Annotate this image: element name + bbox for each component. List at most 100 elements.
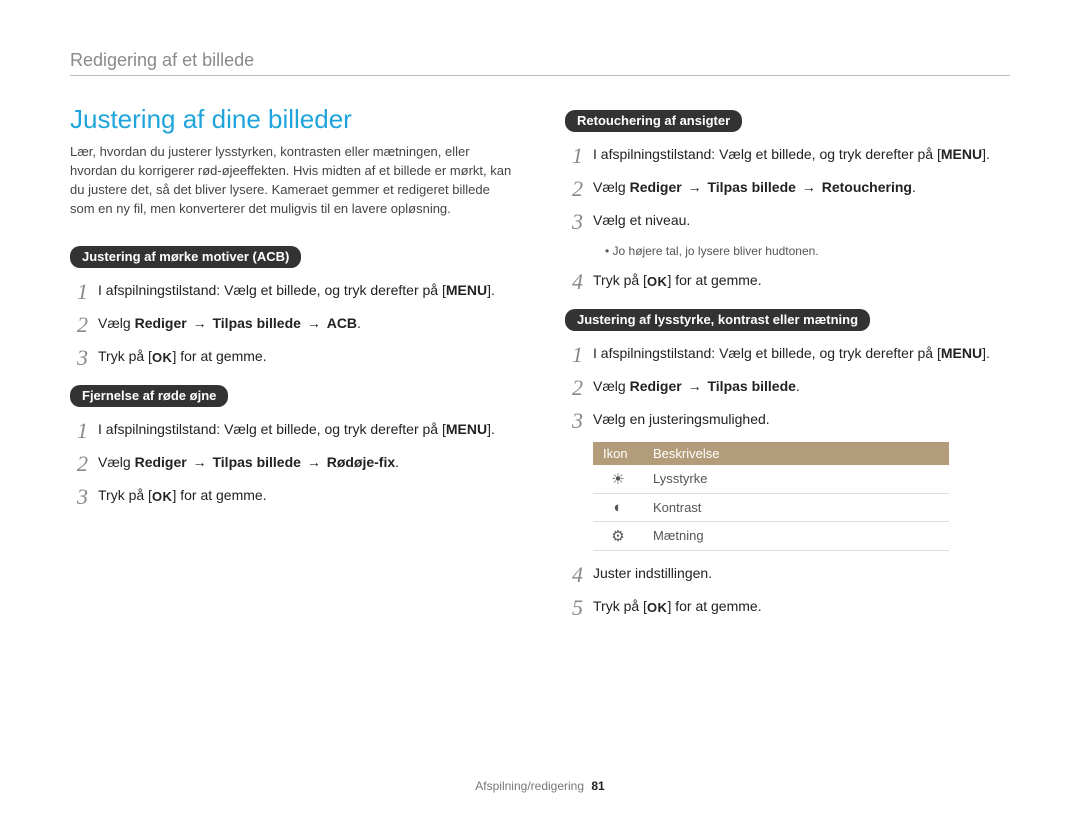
step-number: 3 (70, 346, 88, 369)
text: ]. (982, 146, 990, 162)
step-number: 1 (70, 419, 88, 442)
table-cell: Lysstyrke (643, 465, 949, 494)
step: 5 Tryk på [OK] for at gemme. (565, 596, 1010, 619)
step-number: 2 (565, 177, 583, 200)
subheading-redeye: Fjernelse af røde øjne (70, 385, 228, 407)
adjust-options-table: Ikon Beskrivelse ☀ Lysstyrke ◐ Kontrast … (593, 442, 949, 551)
subheading-retouch: Retouchering af ansigter (565, 110, 742, 132)
step: 3 Tryk på [OK] for at gemme. (70, 485, 515, 508)
step-text: I afspilningstilstand: Vælg et billede, … (593, 343, 1010, 364)
step: 2 Vælg Rediger → Tilpas billede → ACB. (70, 313, 515, 336)
subheading-adjust: Justering af lysstyrke, kontrast eller m… (565, 309, 870, 331)
steps-acb: 1 I afspilningstilstand: Vælg et billede… (70, 280, 515, 369)
ok-icon: OK (152, 487, 173, 507)
text: I afspilningstilstand: Vælg et billede, … (593, 345, 941, 361)
step-text: I afspilningstilstand: Vælg et billede, … (593, 144, 1010, 165)
path: Rediger (135, 315, 187, 331)
text: ] for at gemme. (172, 487, 266, 503)
step: 1 I afspilningstilstand: Vælg et billede… (565, 144, 1010, 167)
page-header: Redigering af et billede (70, 50, 1010, 76)
saturation-icon: ⚙ (593, 521, 643, 550)
text: Tryk på [ (593, 598, 647, 614)
path: Rediger (630, 179, 682, 195)
steps-adjust: 1 I afspilningstilstand: Vælg et billede… (565, 343, 1010, 432)
text: Tryk på [ (98, 487, 152, 503)
menu-button-label: MENU (446, 421, 487, 437)
path: Tilpas billede (707, 378, 795, 394)
table-cell: Mætning (643, 521, 949, 550)
text: I afspilningstilstand: Vælg et billede, … (98, 421, 446, 437)
text: Vælg (593, 179, 630, 195)
step: 4 Juster indstillingen. (565, 563, 1010, 586)
step-text: Tryk på [OK] for at gemme. (593, 270, 1010, 292)
arrow-icon: → (800, 177, 818, 198)
path: Rødøje-fix (327, 454, 395, 470)
arrow-icon: → (305, 452, 323, 473)
footer-section: Afspilning/redigering (475, 779, 584, 793)
step: 4 Tryk på [OK] for at gemme. (565, 270, 1010, 293)
step-text: Vælg Rediger → Tilpas billede → Rødøje-f… (98, 452, 515, 473)
content-columns: Justering af dine billeder Lær, hvordan … (70, 104, 1010, 629)
arrow-icon: → (686, 177, 704, 198)
table-row: ◐ Kontrast (593, 493, 949, 521)
text: ]. (487, 282, 495, 298)
arrow-icon: → (191, 313, 209, 334)
path: Retouchering (822, 179, 912, 195)
arrow-icon: → (686, 376, 704, 397)
intro-paragraph: Lær, hvordan du justerer lysstyrken, kon… (70, 143, 515, 218)
step: 3 Vælg en justeringsmulighed. (565, 409, 1010, 432)
step-number: 5 (565, 596, 583, 619)
table-row: ⚙ Mætning (593, 521, 949, 550)
table-cell: Kontrast (643, 493, 949, 521)
text: ]. (982, 345, 990, 361)
step-text: I afspilningstilstand: Vælg et billede, … (98, 419, 515, 440)
step-text: Tryk på [OK] for at gemme. (593, 596, 1010, 618)
path: Tilpas billede (212, 454, 300, 470)
step-number: 1 (70, 280, 88, 303)
step-text: Vælg Rediger → Tilpas billede. (593, 376, 1010, 397)
step-number: 3 (565, 210, 583, 233)
step-number: 2 (70, 313, 88, 336)
step: 1 I afspilningstilstand: Vælg et billede… (70, 419, 515, 442)
step-number: 4 (565, 563, 583, 586)
path: Rediger (135, 454, 187, 470)
table-header-icon: Ikon (593, 442, 643, 465)
path: Rediger (630, 378, 682, 394)
step-text: Juster indstillingen. (593, 563, 1010, 584)
step-number: 4 (565, 270, 583, 293)
text: ]. (487, 421, 495, 437)
step-text: Vælg et niveau. (593, 210, 1010, 231)
steps-retouch: 1 I afspilningstilstand: Vælg et billede… (565, 144, 1010, 233)
step-number: 1 (565, 343, 583, 366)
step-number: 3 (565, 409, 583, 432)
section-title: Justering af dine billeder (70, 104, 515, 135)
page-number: 81 (591, 779, 604, 793)
text: Vælg (98, 454, 135, 470)
step: 3 Tryk på [OK] for at gemme. (70, 346, 515, 369)
step-text: Tryk på [OK] for at gemme. (98, 485, 515, 507)
text: Vælg (593, 378, 630, 394)
right-column: Retouchering af ansigter 1 I afspilnings… (565, 104, 1010, 629)
menu-button-label: MENU (446, 282, 487, 298)
path: Tilpas billede (212, 315, 300, 331)
text: Tryk på [ (593, 272, 647, 288)
page-footer: Afspilning/redigering 81 (0, 779, 1080, 793)
step-number: 2 (70, 452, 88, 475)
step-text: Vælg en justeringsmulighed. (593, 409, 1010, 430)
ok-icon: OK (647, 272, 668, 292)
path: ACB (327, 315, 357, 331)
step: 2 Vælg Rediger → Tilpas billede → Retouc… (565, 177, 1010, 200)
step: 1 I afspilningstilstand: Vælg et billede… (565, 343, 1010, 366)
arrow-icon: → (305, 313, 323, 334)
step-number: 2 (565, 376, 583, 399)
brightness-icon: ☀ (593, 465, 643, 494)
table-row: ☀ Lysstyrke (593, 465, 949, 494)
step: 1 I afspilningstilstand: Vælg et billede… (70, 280, 515, 303)
step-number: 1 (565, 144, 583, 167)
step: 3 Vælg et niveau. (565, 210, 1010, 233)
text: I afspilningstilstand: Vælg et billede, … (593, 146, 941, 162)
text: ] for at gemme. (667, 272, 761, 288)
menu-button-label: MENU (941, 146, 982, 162)
steps-retouch-cont: 4 Tryk på [OK] for at gemme. (565, 270, 1010, 293)
arrow-icon: → (191, 452, 209, 473)
